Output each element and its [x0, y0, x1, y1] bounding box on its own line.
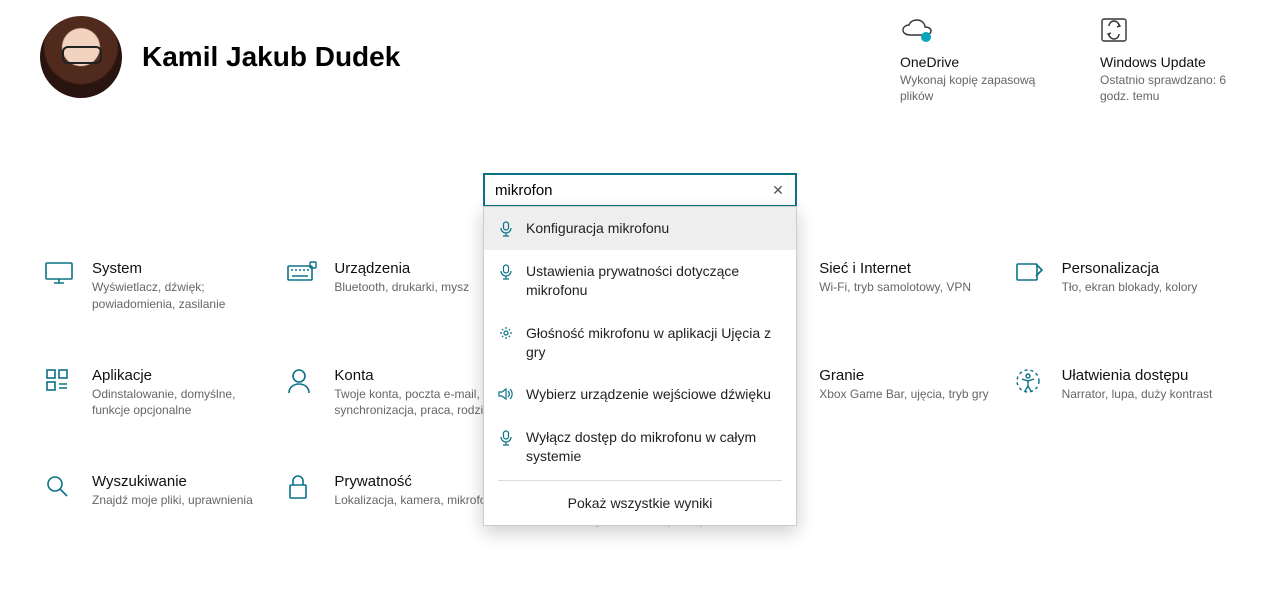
keyboard-icon [286, 260, 318, 313]
display-icon [44, 260, 76, 313]
onedrive-card[interactable]: OneDrive Wykonaj kopię zapasową plików [900, 14, 1040, 104]
mic-icon [498, 264, 514, 280]
search-result-4[interactable]: Wyłącz dostęp do mikrofonu w całym syste… [484, 416, 796, 478]
avatar[interactable] [40, 16, 122, 98]
category-title: Konta [334, 367, 504, 384]
category-title: Urządzenia [334, 260, 469, 277]
category-gaming[interactable]: Granie Xbox Game Bar, ujęcia, tryb gry [771, 367, 993, 420]
speaker-icon [498, 387, 514, 401]
category-accessibility[interactable]: Ułatwienia dostępu Narrator, lupa, duży … [1014, 367, 1236, 420]
category-title: System [92, 260, 262, 277]
search-input[interactable] [495, 182, 767, 199]
category-desc: Tło, ekran blokady, kolory [1062, 279, 1198, 296]
onedrive-icon [900, 14, 1040, 46]
category-devices[interactable]: Urządzenia Bluetooth, drukarki, mysz [286, 260, 508, 313]
apps-icon [44, 367, 76, 420]
category-accounts[interactable]: Konta Twoje konta, poczta e-mail, synchr… [286, 367, 508, 420]
onedrive-desc: Wykonaj kopię zapasową plików [900, 72, 1040, 104]
category-desc: Bluetooth, drukarki, mysz [334, 279, 469, 296]
update-desc: Ostatnio sprawdzano: 6 godz. temu [1100, 72, 1240, 104]
category-desc: Xbox Game Bar, ujęcia, tryb gry [819, 386, 988, 403]
mic-icon [498, 221, 514, 237]
search-panel: ✕ Konfiguracja mikrofonu Ustawienia pryw… [483, 173, 797, 526]
category-system[interactable]: System Wyświetlacz, dźwięk; powiadomieni… [44, 260, 266, 313]
category-title: Granie [819, 367, 988, 384]
search-result-2[interactable]: Głośność mikrofonu w aplikacji Ujęcia z … [484, 312, 796, 374]
category-title: Aplikacje [92, 367, 262, 384]
category-desc: Znajdź moje pliki, uprawnienia [92, 492, 253, 509]
category-title: Wyszukiwanie [92, 473, 253, 490]
category-title: Ułatwienia dostępu [1062, 367, 1213, 384]
category-desc: Twoje konta, poczta e-mail, synchronizac… [334, 386, 504, 420]
search-result-text: Ustawienia prywatności dotyczące mikrofo… [526, 262, 782, 300]
gear-icon [498, 326, 514, 340]
category-search[interactable]: Wyszukiwanie Znajdź moje pliki, uprawnie… [44, 473, 266, 529]
onedrive-title: OneDrive [900, 54, 1040, 70]
search-result-text: Wyłącz dostęp do mikrofonu w całym syste… [526, 428, 782, 466]
search-results: Konfiguracja mikrofonu Ustawienia prywat… [483, 206, 797, 526]
category-desc: Wyświetlacz, dźwięk; powiadomienia, zasi… [92, 279, 262, 313]
category-personalization[interactable]: Personalizacja Tło, ekran blokady, kolor… [1014, 260, 1236, 313]
search-result-text: Konfiguracja mikrofonu [526, 219, 669, 238]
category-apps[interactable]: Aplikacje Odinstalowanie, domyślne, funk… [44, 367, 266, 420]
mic-icon [498, 430, 514, 446]
update-card[interactable]: Windows Update Ostatnio sprawdzano: 6 go… [1100, 14, 1240, 104]
clear-icon[interactable]: ✕ [767, 179, 789, 201]
search-result-0[interactable]: Konfiguracja mikrofonu [484, 207, 796, 250]
category-title: Prywatność [334, 473, 493, 490]
sync-icon [1100, 14, 1240, 46]
update-title: Windows Update [1100, 54, 1240, 70]
search-result-text: Wybierz urządzenie wejściowe dźwięku [526, 385, 771, 404]
accessibility-icon [1014, 367, 1046, 420]
user-name: Kamil Jakub Dudek [142, 41, 400, 73]
search-icon [44, 473, 76, 529]
category-title: Sieć i Internet [819, 260, 971, 277]
user-block[interactable]: Kamil Jakub Dudek [40, 10, 400, 104]
show-all-results[interactable]: Pokaż wszystkie wyniki [484, 483, 796, 525]
category-network[interactable]: Sieć i Internet Wi-Fi, tryb samolotowy, … [771, 260, 993, 313]
search-box[interactable]: ✕ [483, 173, 797, 207]
paint-icon [1014, 260, 1046, 313]
search-result-3[interactable]: Wybierz urządzenie wejściowe dźwięku [484, 373, 796, 416]
category-desc: Lokalizacja, kamera, mikrofon [334, 492, 493, 509]
category-title: Personalizacja [1062, 260, 1198, 277]
person-icon [286, 367, 318, 420]
lock-icon [286, 473, 318, 529]
category-desc: Odinstalowanie, domyślne, funkcje opcjon… [92, 386, 262, 420]
category-privacy[interactable]: Prywatność Lokalizacja, kamera, mikrofon [286, 473, 508, 529]
search-result-1[interactable]: Ustawienia prywatności dotyczące mikrofo… [484, 250, 796, 312]
category-desc: Narrator, lupa, duży kontrast [1062, 386, 1213, 403]
search-result-text: Głośność mikrofonu w aplikacji Ujęcia z … [526, 324, 782, 362]
divider [498, 480, 782, 481]
category-desc: Wi-Fi, tryb samolotowy, VPN [819, 279, 971, 296]
